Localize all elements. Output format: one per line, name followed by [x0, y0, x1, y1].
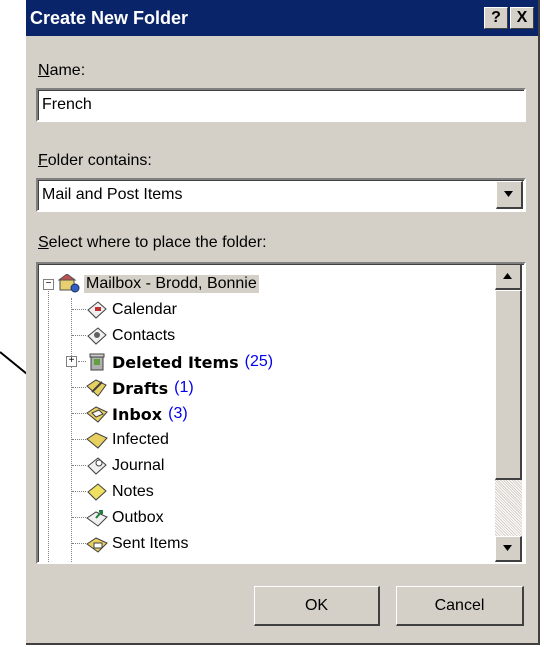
scroll-up-button[interactable]: [495, 264, 522, 290]
sent-items-icon: [86, 537, 108, 553]
tree-connector: [72, 335, 86, 336]
vertical-scrollbar[interactable]: [495, 264, 522, 562]
unread-count: (25): [244, 353, 274, 370]
tree-connector: [72, 517, 86, 518]
name-input-value: French: [42, 96, 92, 113]
deleted-items-icon: [89, 353, 105, 371]
calendar-icon: [87, 301, 107, 319]
tree-connector: [72, 413, 86, 414]
ok-button[interactable]: OK: [254, 586, 380, 626]
close-button[interactable]: X: [510, 7, 534, 29]
scroll-thumb[interactable]: [495, 290, 522, 480]
create-new-folder-dialog: Create New Folder ? X Name: French Folde…: [26, 0, 540, 645]
dropdown-button[interactable]: [496, 181, 523, 209]
tree-item-inbox[interactable]: Inbox (3): [86, 402, 188, 426]
unread-count: (3): [168, 405, 188, 422]
folder-contains-label: Folder contains:: [38, 152, 152, 169]
location-label: Select where to place the folder:: [38, 234, 267, 251]
tree-connector: [72, 491, 86, 492]
folder-tree[interactable]: − Mailbox - Brodd, Bonnie Calendar Conta…: [36, 262, 526, 564]
expand-toggle[interactable]: +: [66, 356, 77, 367]
tree-connector: [72, 465, 86, 466]
help-button[interactable]: ?: [484, 7, 508, 29]
contacts-icon: [87, 327, 107, 345]
tree-item-infected[interactable]: Infected: [86, 428, 169, 452]
tree-connector: [72, 309, 86, 310]
tree-root-label: Mailbox - Brodd, Bonnie: [84, 275, 259, 293]
inbox-icon: [86, 406, 108, 423]
outbox-icon: [86, 510, 108, 527]
chevron-down-icon: [504, 191, 513, 197]
dialog-title: Create New Folder: [30, 8, 189, 28]
scroll-track[interactable]: [495, 480, 522, 536]
tree-connector: [72, 387, 86, 388]
drafts-icon: [86, 379, 107, 397]
cancel-button[interactable]: Cancel: [396, 586, 524, 626]
title-bar: Create New Folder ? X: [26, 0, 538, 36]
tree-item-drafts[interactable]: Drafts (1): [86, 376, 194, 400]
mailbox-icon: [58, 274, 80, 293]
tree-item-sent-items[interactable]: Sent Items: [86, 532, 188, 556]
name-label: Name:: [38, 62, 86, 79]
collapse-toggle[interactable]: −: [43, 279, 54, 290]
tree-connector: [78, 361, 86, 362]
notes-icon: [87, 483, 107, 501]
tree-root-item[interactable]: Mailbox - Brodd, Bonnie: [58, 272, 259, 296]
tree-item-calendar[interactable]: Calendar: [86, 298, 177, 322]
tree-item-contacts[interactable]: Contacts: [86, 324, 175, 348]
scroll-down-button[interactable]: [495, 536, 522, 562]
arrow-up-icon: [503, 273, 512, 279]
tree-guide-line: [71, 298, 72, 562]
tree-item-outbox[interactable]: Outbox: [86, 506, 164, 530]
journal-icon: [87, 457, 107, 475]
tree-item-deleted-items[interactable]: Deleted Items (25): [86, 350, 273, 374]
name-input[interactable]: French: [36, 88, 526, 122]
tree-item-journal[interactable]: Journal: [86, 454, 164, 478]
folder-icon: [86, 432, 108, 449]
folder-contains-select[interactable]: Mail and Post Items: [36, 178, 526, 212]
unread-count: (1): [174, 379, 194, 396]
tree-connector: [72, 439, 86, 440]
arrow-down-icon: [503, 545, 512, 551]
tree-connector: [72, 543, 86, 544]
tree-guide-line: [48, 284, 49, 562]
folder-contains-value: Mail and Post Items: [42, 186, 183, 203]
tree-item-notes[interactable]: Notes: [86, 480, 154, 504]
